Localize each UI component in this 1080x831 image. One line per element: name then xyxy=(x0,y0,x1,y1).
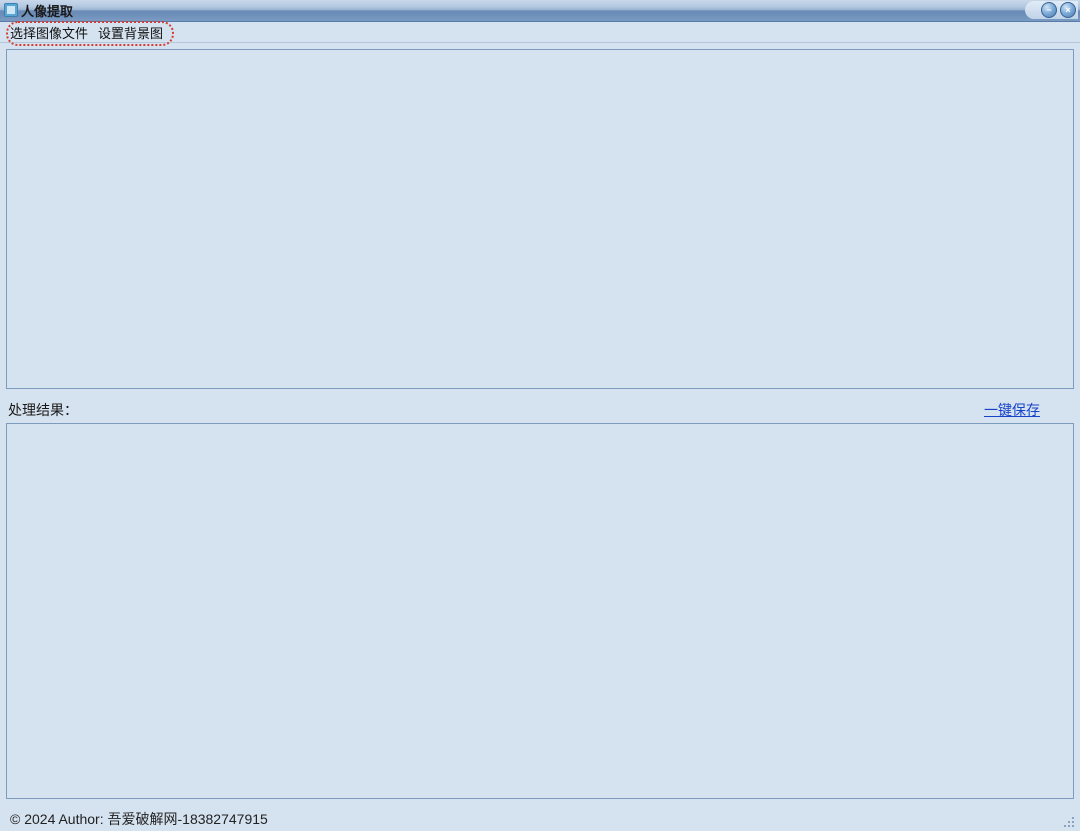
menu-set-background[interactable]: 设置背景图 xyxy=(98,23,163,42)
footer-text: © 2024 Author: 吾爱破解网-18382747915 xyxy=(10,809,268,829)
window-title: 人像提取 xyxy=(21,1,73,20)
minimize-button[interactable]: − xyxy=(1041,2,1057,18)
menu-items: 选择图像文件 设置背景图 xyxy=(0,23,163,42)
resize-grip-icon[interactable] xyxy=(1062,815,1076,829)
window-controls: − × xyxy=(1025,1,1078,19)
statusbar: © 2024 Author: 吾爱破解网-18382747915 xyxy=(0,807,1080,831)
app-icon xyxy=(4,3,18,17)
save-all-link[interactable]: 一键保存 xyxy=(984,400,1040,420)
menubar: 选择图像文件 设置背景图 xyxy=(0,22,1080,44)
menu-select-image[interactable]: 选择图像文件 xyxy=(10,23,88,42)
title-left: 人像提取 xyxy=(4,1,73,20)
close-icon: × xyxy=(1065,6,1070,15)
result-image-panel[interactable] xyxy=(6,423,1074,799)
result-label: 处理结果： xyxy=(8,400,78,420)
close-button[interactable]: × xyxy=(1060,2,1076,18)
menu-wrap: 选择图像文件 设置背景图 xyxy=(0,23,163,42)
result-row: 处理结果： 一键保存 xyxy=(6,397,1074,423)
content-area: 处理结果： 一键保存 xyxy=(0,43,1080,807)
titlebar[interactable]: 人像提取 − × xyxy=(0,0,1080,22)
app-window: 人像提取 − × 选择图像文件 设置背景图 处理结果： 一键保存 © xyxy=(0,0,1080,831)
minimize-icon: − xyxy=(1046,6,1051,15)
input-image-panel[interactable] xyxy=(6,49,1074,389)
